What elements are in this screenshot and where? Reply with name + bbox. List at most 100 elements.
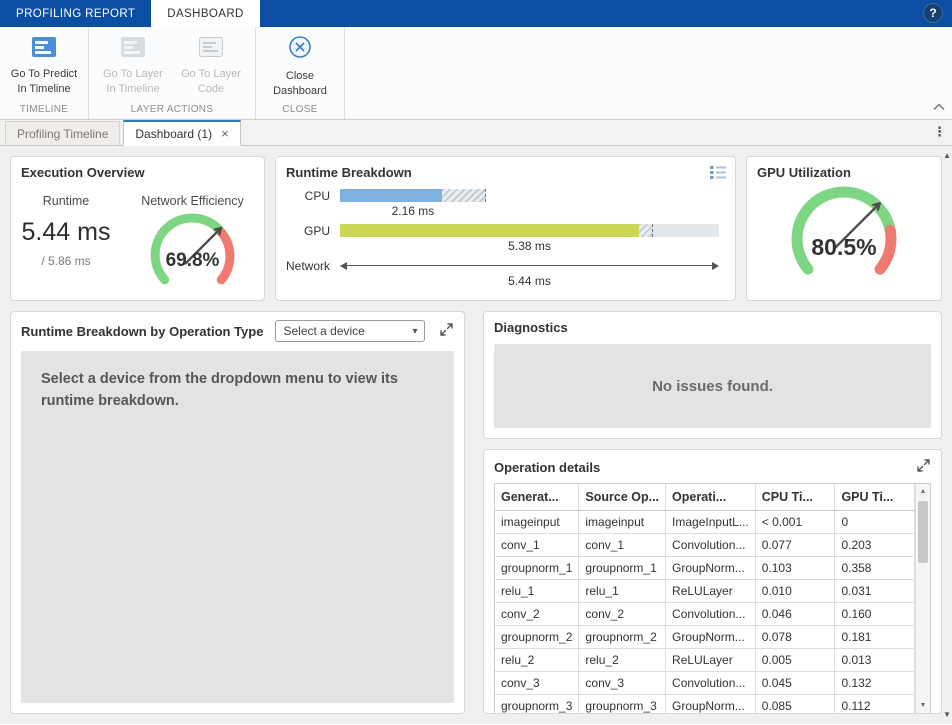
gpu-bar-hatch [639, 224, 652, 237]
toolstrip-tab-profiling-report[interactable]: PROFILING REPORT [0, 0, 151, 27]
table-cell[interactable]: groupnorm_3 [495, 694, 579, 713]
expand-icon[interactable] [439, 322, 454, 340]
network-efficiency-label: Network Efficiency [121, 194, 264, 208]
cpu-bar [340, 189, 719, 202]
column-header[interactable]: CPU Ti... [755, 484, 835, 510]
table-cell[interactable]: ReLULayer [666, 648, 756, 671]
scroll-up-icon[interactable]: ▲ [916, 484, 930, 499]
table-cell[interactable]: relu_2 [579, 648, 666, 671]
table-cell[interactable]: groupnorm_3 [579, 694, 666, 713]
collapse-ribbon-icon[interactable] [933, 100, 945, 114]
table-cell[interactable]: 0.005 [755, 648, 835, 671]
column-header[interactable]: GPU Ti... [835, 484, 915, 510]
table-cell[interactable]: conv_3 [495, 671, 579, 694]
ribbon-group-timeline: Go To Predict In Timeline TIMELINE [0, 27, 89, 119]
table-cell[interactable]: 0.077 [755, 533, 835, 556]
help-button[interactable]: ? [923, 3, 943, 23]
table-cell[interactable]: conv_2 [495, 602, 579, 625]
table-row[interactable]: imageinputimageinputImageInputL...< 0.00… [495, 510, 915, 533]
operation-type-card: Runtime Breakdown by Operation Type Sele… [10, 311, 465, 714]
table-cell[interactable]: 0.103 [755, 556, 835, 579]
table-cell[interactable]: relu_1 [579, 579, 666, 602]
table-cell[interactable]: conv_2 [579, 602, 666, 625]
button-label: In Timeline [106, 83, 159, 95]
column-header[interactable]: Source Op... [579, 484, 666, 510]
table-cell[interactable]: 0.085 [755, 694, 835, 713]
close-tab-icon[interactable]: × [221, 127, 229, 140]
table-cell[interactable]: 0.203 [835, 533, 915, 556]
close-circle-icon [287, 35, 313, 65]
table-cell[interactable]: imageinput [579, 510, 666, 533]
table-row[interactable]: conv_1conv_1Convolution...0.0770.203 [495, 533, 915, 556]
card-title: Operation details [494, 460, 600, 475]
table-cell[interactable]: 0.078 [755, 625, 835, 648]
legend-icon[interactable] [709, 165, 727, 183]
table-cell[interactable]: conv_3 [579, 671, 666, 694]
table-scrollbar[interactable]: ▲ ▼ [915, 484, 930, 713]
close-dashboard-button[interactable]: Close Dashboard [264, 32, 336, 98]
table-cell[interactable]: imageinput [495, 510, 579, 533]
table-cell[interactable]: GroupNorm... [666, 694, 756, 713]
panel-scroll-up-icon[interactable]: ▲ [943, 151, 951, 160]
table-cell[interactable]: 0.013 [835, 648, 915, 671]
table-cell[interactable]: GroupNorm... [666, 556, 756, 579]
table-cell[interactable]: ReLULayer [666, 579, 756, 602]
table-cell[interactable]: 0.112 [835, 694, 915, 713]
table-cell[interactable]: 0.046 [755, 602, 835, 625]
table-cell[interactable]: relu_2 [495, 648, 579, 671]
tab-dashboard[interactable]: Dashboard (1) × [123, 120, 240, 146]
table-cell[interactable]: 0.181 [835, 625, 915, 648]
expand-icon[interactable] [916, 458, 931, 476]
column-header[interactable]: Operati... [666, 484, 756, 510]
column-header[interactable]: Generat... [495, 484, 579, 510]
toolstrip-tab-dashboard[interactable]: DASHBOARD [151, 0, 259, 27]
table-cell[interactable]: relu_1 [495, 579, 579, 602]
go-to-predict-button[interactable]: Go To Predict In Timeline [8, 32, 80, 96]
table-cell[interactable]: Convolution... [666, 602, 756, 625]
table-cell[interactable]: Convolution... [666, 533, 756, 556]
table-cell[interactable]: 0.031 [835, 579, 915, 602]
table-cell[interactable]: groupnorm_1 [579, 556, 666, 579]
table-row[interactable]: conv_2conv_2Convolution...0.0460.160 [495, 602, 915, 625]
gpu-utilization-card: GPU Utilization 80.5% [746, 156, 942, 301]
card-title: Runtime Breakdown by Operation Type [21, 324, 263, 339]
button-label: Go To Layer [181, 68, 241, 80]
table-cell[interactable]: 0.132 [835, 671, 915, 694]
table-cell[interactable]: groupnorm_1 [495, 556, 579, 579]
table-cell[interactable]: < 0.001 [755, 510, 835, 533]
table-cell[interactable]: 0.010 [755, 579, 835, 602]
table-row[interactable]: groupnorm_2groupnorm_2GroupNorm...0.0780… [495, 625, 915, 648]
tab-overflow-menu-icon[interactable]: ⋮ [933, 124, 946, 140]
table-row[interactable]: conv_3conv_3Convolution...0.0450.132 [495, 671, 915, 694]
layer-timeline-icon [118, 35, 148, 63]
table-row[interactable]: relu_1relu_1ReLULayer0.0100.031 [495, 579, 915, 602]
network-row: Network 5.44 ms [282, 259, 719, 291]
table-cell[interactable]: groupnorm_2 [579, 625, 666, 648]
table-cell[interactable]: 0.358 [835, 556, 915, 579]
table-cell[interactable]: 0 [835, 510, 915, 533]
gpu-bar [340, 224, 719, 237]
cpu-time-value: 2.16 ms [340, 204, 486, 218]
table-cell[interactable]: ImageInputL... [666, 510, 756, 533]
table-row[interactable]: groupnorm_1groupnorm_1GroupNorm...0.1030… [495, 556, 915, 579]
network-span-arrow [340, 259, 719, 272]
table-cell[interactable]: 0.160 [835, 602, 915, 625]
table-cell[interactable]: groupnorm_2 [495, 625, 579, 648]
tab-profiling-timeline[interactable]: Profiling Timeline [5, 121, 120, 145]
panel-scroll-down-icon[interactable]: ▼ [943, 710, 951, 719]
table-cell[interactable]: 0.045 [755, 671, 835, 694]
scroll-down-icon[interactable]: ▼ [916, 698, 930, 713]
scrollbar-thumb[interactable] [918, 501, 928, 563]
table-row[interactable]: groupnorm_3groupnorm_3GroupNorm...0.0850… [495, 694, 915, 713]
go-to-layer-code-button: Go To Layer Code [175, 32, 247, 96]
device-dropdown[interactable]: Select a device ▾ [275, 320, 425, 342]
cpu-bar-hatch [442, 189, 486, 202]
cpu-row: CPU 2.16 ms [282, 189, 719, 221]
table-cell[interactable]: conv_1 [495, 533, 579, 556]
table-row[interactable]: relu_2relu_2ReLULayer0.0050.013 [495, 648, 915, 671]
tab-label: Profiling Timeline [17, 127, 108, 141]
ribbon-section-close: CLOSE [264, 101, 336, 119]
table-cell[interactable]: Convolution... [666, 671, 756, 694]
table-cell[interactable]: GroupNorm... [666, 625, 756, 648]
table-cell[interactable]: conv_1 [579, 533, 666, 556]
